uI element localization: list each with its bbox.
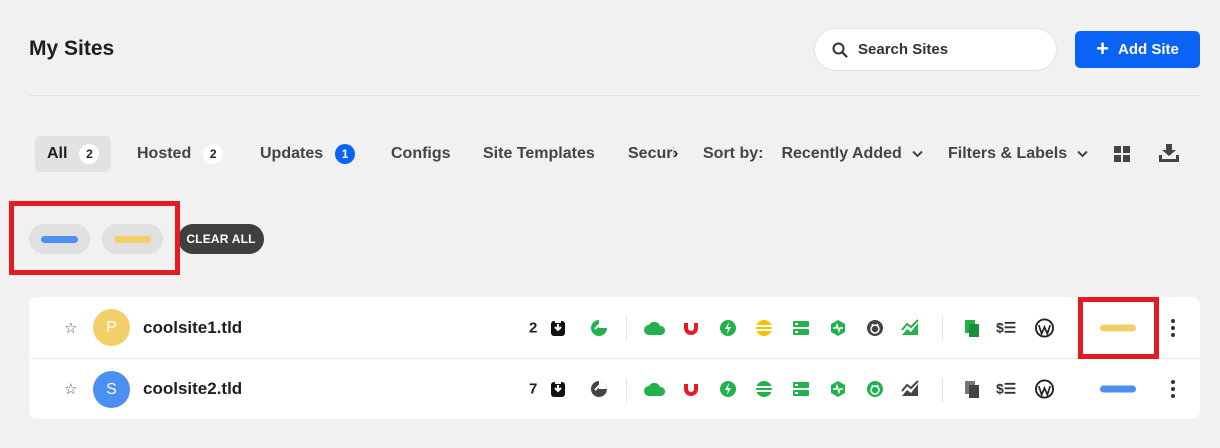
wordpress-icon[interactable] [1035,318,1054,337]
bug-scan-icon[interactable] [866,380,884,398]
tab-security[interactable]: Securi [628,136,674,172]
security-shield-icon[interactable] [682,380,700,398]
divider [942,316,943,340]
reports-copy-icon[interactable] [963,319,981,337]
backup-icon[interactable] [590,380,608,398]
avatar: S [93,371,130,408]
avatar: P [93,309,130,346]
grid-view-icon[interactable] [1114,146,1130,162]
health-monitor-icon[interactable] [829,380,847,398]
uptime-icon[interactable] [755,319,773,337]
server-icon[interactable] [792,380,810,398]
tab-site-templates[interactable]: Site Templates [483,136,595,172]
cloud-icon[interactable] [644,380,666,398]
divider [626,378,627,402]
more-options-icon[interactable] [1170,318,1176,337]
tab-label: Site Templates [483,145,595,162]
add-site-label: Add Site [1118,41,1179,58]
filters-label: Filters & Labels [948,145,1068,162]
page-title: My Sites [29,37,115,60]
updates-count: 2 [529,319,538,336]
site-name[interactable]: coolsite1.tld [143,318,242,338]
wordpress-icon[interactable] [1035,379,1054,399]
updates-download-icon[interactable] [549,380,567,398]
divider [942,378,943,402]
site-name[interactable]: coolsite2.tld [143,379,242,399]
analytics-chart-icon[interactable] [901,380,919,398]
add-site-button[interactable]: + Add Site [1075,31,1200,68]
search-icon [832,42,848,58]
reports-copy-icon[interactable] [963,380,981,398]
search-input[interactable] [858,41,1038,58]
tab-configs[interactable]: Configs [391,136,451,172]
sort-value: Recently Added [781,145,902,162]
highlight-box [1078,297,1159,359]
site-row[interactable]: ☆ S coolsite2.tld 7 $☰ [29,358,1200,419]
more-options-icon[interactable] [1170,380,1176,398]
tab-count-badge: 2 [79,144,100,164]
analytics-chart-icon[interactable] [901,318,919,337]
highlight-box [9,201,180,275]
divider [626,316,627,340]
health-monitor-icon[interactable] [829,319,847,337]
header-divider [29,95,1200,96]
site-list: ☆ P coolsite1.tld 2 $☰ ☆ S coolsite2.tld… [29,297,1200,419]
clear-all-button[interactable]: CLEAR ALL [178,224,264,254]
tab-label: Configs [391,145,451,162]
sort-label: Sort by: [703,145,764,162]
tab-label: Hosted [137,145,192,162]
tab-label: Updates [260,145,324,162]
chevron-down-icon [1077,150,1088,158]
filters-labels-dropdown[interactable]: Filters & Labels [948,136,1088,172]
performance-bolt-icon[interactable] [719,319,737,337]
tab-hosted[interactable]: Hosted 2 [137,136,224,172]
server-icon[interactable] [792,319,810,337]
tabs-scroll-right-icon[interactable]: › [673,136,678,172]
plus-icon: + [1096,35,1109,61]
site-row[interactable]: ☆ P coolsite1.tld 2 $☰ [29,297,1200,358]
tab-label: All [47,145,68,162]
security-shield-icon[interactable] [682,319,700,337]
search-box[interactable] [814,28,1057,71]
uptime-icon[interactable] [755,380,773,398]
billing-icon[interactable]: $☰ [996,319,1016,336]
tab-label: Securi [628,145,674,162]
backup-icon[interactable] [590,319,608,337]
cloud-icon[interactable] [644,319,666,337]
tab-count-badge: 2 [203,144,224,164]
bug-scan-icon[interactable] [866,319,884,337]
star-icon[interactable]: ☆ [64,380,77,398]
download-icon[interactable] [1159,144,1179,162]
site-label-bar[interactable] [1100,385,1136,393]
updates-count: 7 [529,380,538,398]
tab-updates[interactable]: Updates 1 [260,136,356,172]
tab-count-badge: 1 [335,144,356,164]
performance-bolt-icon[interactable] [719,380,737,398]
updates-download-icon[interactable] [549,318,567,337]
star-icon[interactable]: ☆ [64,319,77,337]
chevron-down-icon [912,150,923,158]
tab-all[interactable]: All 2 [35,136,112,172]
billing-icon[interactable]: $☰ [996,381,1016,398]
sort-control[interactable]: Sort by: Recently Added [703,136,923,172]
